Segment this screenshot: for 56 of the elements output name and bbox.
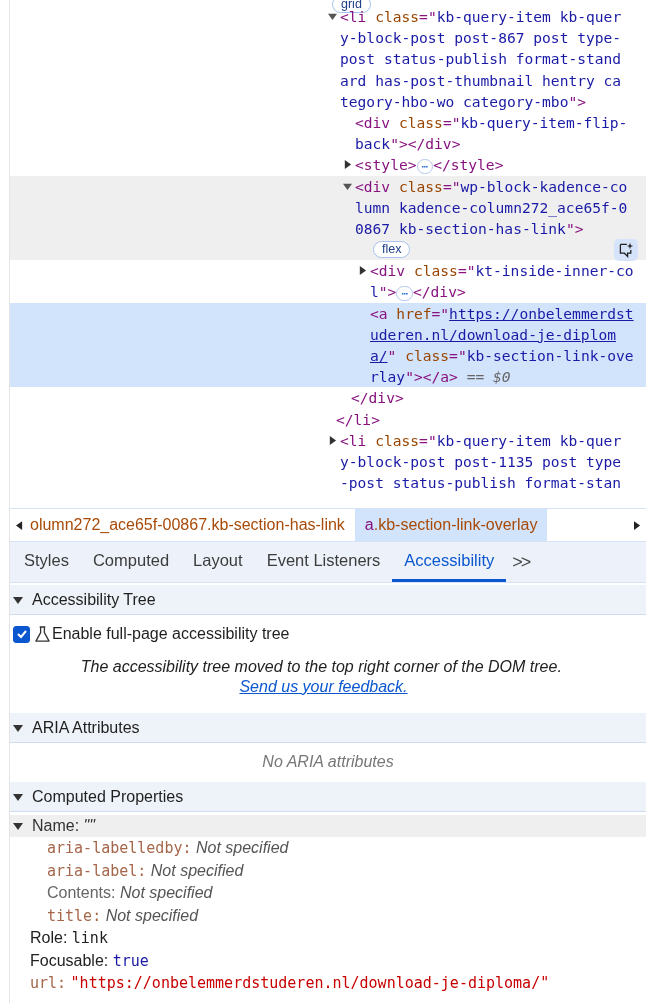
caret-right-icon (633, 520, 641, 530)
dom-node-row[interactable]: <div class="kb-query-item-flip-back"></div> (10, 112, 646, 155)
section-header[interactable]: Computed Properties (10, 782, 646, 812)
property-text: Name: "" (32, 817, 95, 835)
closing-tag-text: </div> (351, 388, 405, 409)
expand-triangle-icon[interactable] (328, 12, 337, 21)
property-text: aria-label: Not specified (47, 861, 244, 879)
checkbox-label: Enable full-page accessibility tree (52, 625, 290, 643)
caret-left-icon (15, 520, 23, 530)
expand-triangle-icon (13, 791, 23, 802)
panel-tab[interactable]: Layout (181, 542, 255, 582)
ellipsis-button[interactable]: ⋯ (396, 285, 413, 301)
html-tag-text: <div class="wp-block-kadence-column kadence-column272_ace65f-00867 kb-section-has-link"> (355, 176, 629, 240)
breadcrumb-item[interactable]: olumn272_ace65f-00867.kb-section-has-link (28, 509, 355, 541)
checkbox[interactable] (13, 625, 30, 643)
dom-node-row[interactable]: <a href="https://onbelemmerdstuderen.nl/download-je-diploma/" class="kb-section-link-overlay"></a> == $0 (10, 302, 646, 388)
expand-triangle-icon (13, 722, 23, 733)
panel-tab[interactable]: Accessibility (392, 542, 507, 582)
html-tag-text: <div class="kt-inside-inner-col"> ⋯ </div> (370, 261, 634, 303)
notice-text: The accessibility tree moved to the top right corner of the DOM tree. Send us your feedback. (79, 657, 563, 697)
html-tag-text: <li class="kb-query-item kb-query-block-post post-1135 post type-post status-publish format-stan (340, 430, 623, 494)
property-text: title: Not specified (47, 906, 199, 924)
more-tabs-button[interactable]: >> (506, 542, 536, 582)
ai-assistance-icon[interactable] (614, 238, 638, 261)
collapse-triangle-icon[interactable] (343, 160, 352, 170)
section-header[interactable]: Accessibility Tree (10, 585, 646, 615)
feedback-link[interactable]: Send us your feedback. (239, 678, 408, 695)
dom-node-row[interactable]: <div class="wp-block-kadence-column kadence-column272_ace65f-00867 kb-section-has-link"> (10, 175, 646, 240)
dom-node-row[interactable]: <li class="kb-query-item kb-query-block-post post-1135 post type-post status-publish format-stan (10, 429, 646, 494)
dom-node-row[interactable]: <div class="kt-inside-inner-col"> ⋯ </div> (10, 260, 646, 303)
expand-triangle-icon (13, 821, 23, 831)
flask-icon (35, 625, 50, 643)
panel-tab[interactable]: Event Listeners (254, 542, 393, 582)
html-tag-text: <style> ⋯ </style> (355, 155, 505, 176)
property-text: Role: link (30, 929, 108, 946)
collapse-triangle-icon[interactable] (358, 266, 367, 276)
checkmark-icon (15, 628, 28, 640)
breadcrumb-item[interactable]: a.kb-section-link-overlay (354, 509, 548, 541)
section-header[interactable]: ARIA Attributes (10, 713, 646, 743)
property-text: Focusable: true (30, 951, 149, 969)
flex-badge[interactable]: flex (373, 241, 411, 259)
closing-tag-text: </li> (336, 409, 381, 430)
html-tag-text: <a href="https://onbelemmerdstuderen.nl/download-je-diploma/" class="kb-section-link-overlay"></a> == $0 (370, 303, 634, 388)
empty-state-text: No ARIA attributes (261, 752, 395, 772)
panel-tab[interactable]: Styles (12, 542, 81, 582)
name-property-row[interactable]: Name: "" (10, 815, 646, 837)
ellipsis-button[interactable]: ⋯ (416, 158, 434, 174)
collapse-triangle-icon[interactable] (328, 435, 337, 445)
expand-triangle-icon (13, 594, 23, 605)
html-tag-text: <div class="kb-query-item-flip-back"></div> (355, 113, 629, 155)
property-text: aria-labelledby: Not specified (47, 839, 289, 856)
property-text: Contents: Not specified (47, 884, 213, 901)
dom-node-row[interactable]: <style> ⋯ </style> (10, 154, 646, 176)
panel-tab[interactable]: Computed (80, 542, 182, 582)
property-text: url: "https://onbelemmerdstuderen.nl/download-je-diploma/" (30, 974, 550, 991)
expand-triangle-icon[interactable] (343, 181, 352, 191)
